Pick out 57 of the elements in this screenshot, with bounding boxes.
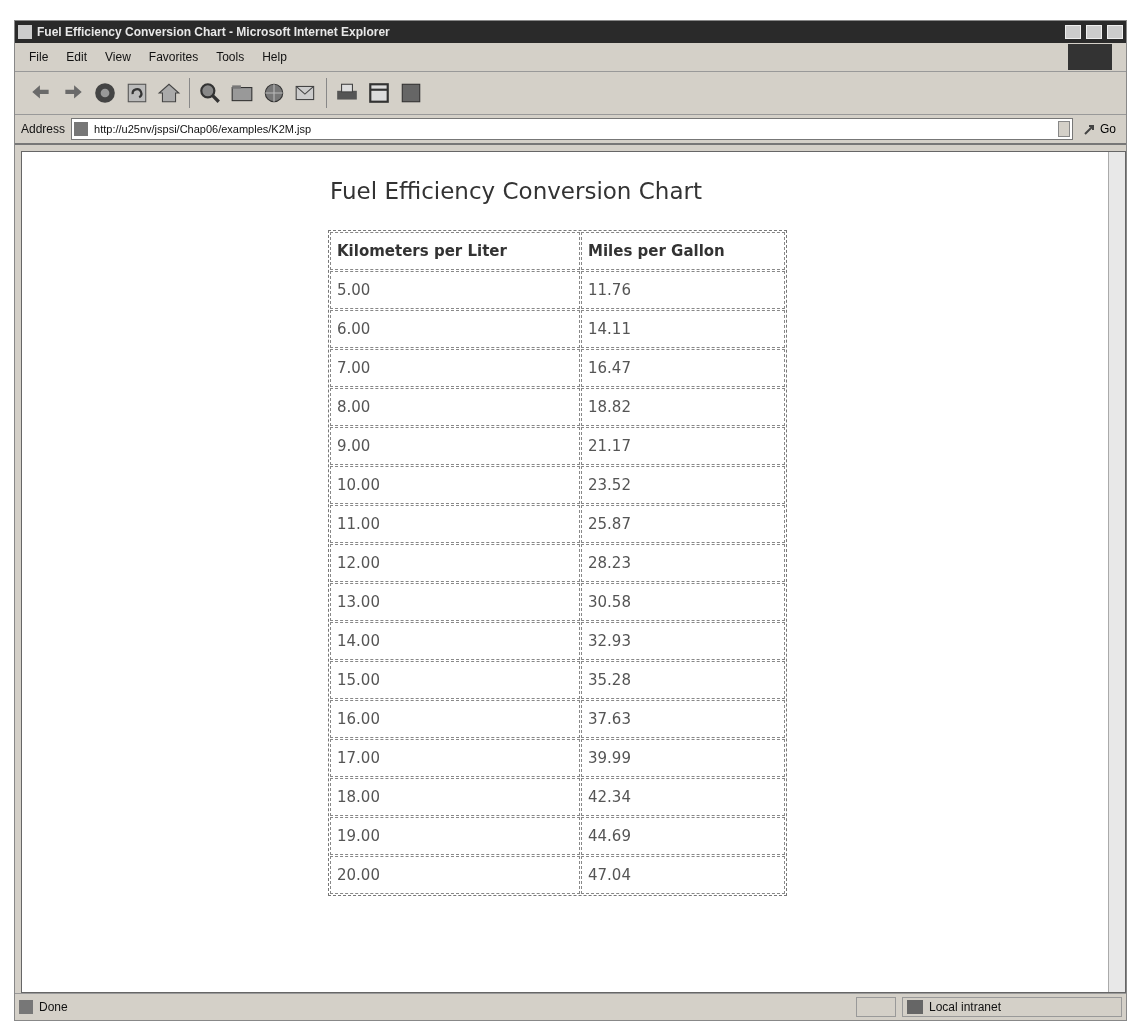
go-button[interactable]: Go	[1079, 122, 1120, 136]
table-cell: 19.00	[330, 817, 580, 855]
table-cell: 9.00	[330, 427, 580, 465]
table-cell: 16.47	[581, 349, 785, 387]
table-cell: 11.00	[330, 505, 580, 543]
table-cell: 47.04	[581, 856, 785, 894]
zone-text: Local intranet	[929, 1000, 1002, 1014]
go-arrow-icon	[1083, 122, 1097, 136]
address-field[interactable]: http://u25nv/jspsi/Chap06/examples/K2M.jsp	[71, 118, 1073, 140]
url-text: http://u25nv/jspsi/Chap06/examples/K2M.jsp	[94, 123, 313, 135]
refresh-icon[interactable]	[125, 81, 149, 105]
menu-item[interactable]: Tools	[216, 50, 245, 64]
search-icon[interactable]	[198, 81, 222, 105]
table-cell: 5.00	[330, 271, 580, 309]
table-cell: 21.17	[581, 427, 785, 465]
table-cell: 35.28	[581, 661, 785, 699]
table-cell: 23.52	[581, 466, 785, 504]
scrollbar[interactable]	[1108, 152, 1125, 992]
menu-item[interactable]: Edit	[66, 50, 88, 64]
column-header: Kilometers per Liter	[330, 232, 580, 270]
menu-item[interactable]: File	[29, 50, 49, 64]
globe-icon[interactable]	[262, 81, 286, 105]
menu-item[interactable]: Help	[262, 50, 287, 64]
table-cell: 25.87	[581, 505, 785, 543]
table-cell: 15.00	[330, 661, 580, 699]
table-cell: 30.58	[581, 583, 785, 621]
table-cell: 20.00	[330, 856, 580, 894]
table-cell: 18.00	[330, 778, 580, 816]
table-cell: 17.00	[330, 739, 580, 777]
table-cell: 6.00	[330, 310, 580, 348]
table-cell: 7.00	[330, 349, 580, 387]
table-cell: 18.82	[581, 388, 785, 426]
table-cell: 44.69	[581, 817, 785, 855]
table-cell: 8.00	[330, 388, 580, 426]
address-label: Address	[21, 122, 66, 136]
home-icon[interactable]	[157, 81, 181, 105]
table-cell: 14.11	[581, 310, 785, 348]
table-cell: 10.00	[330, 466, 580, 504]
status-text: Done	[39, 1000, 69, 1014]
table-cell: 12.00	[330, 544, 580, 582]
menu-item[interactable]: View	[105, 50, 131, 64]
menu-item[interactable]: Favorites	[148, 50, 199, 64]
table-cell: 14.00	[330, 622, 580, 660]
page-heading: Fuel Efficiency Conversion Chart	[330, 178, 703, 204]
column-header: Miles per Gallon	[581, 232, 785, 270]
table-cell: 11.76	[581, 271, 785, 309]
status-pane	[856, 997, 896, 1017]
table-cell: 28.23	[581, 544, 785, 582]
table-cell: 39.99	[581, 739, 785, 777]
table-cell: 32.93	[581, 622, 785, 660]
table-cell: 37.63	[581, 700, 785, 738]
window-icon[interactable]	[367, 81, 391, 105]
window-title: Fuel Efficiency Conversion Chart - Microsoft Internet Explorer	[37, 25, 391, 39]
table-cell: 16.00	[330, 700, 580, 738]
table-cell: 42.34	[581, 778, 785, 816]
stop-icon[interactable]	[93, 81, 117, 105]
table-cell: 13.00	[330, 583, 580, 621]
